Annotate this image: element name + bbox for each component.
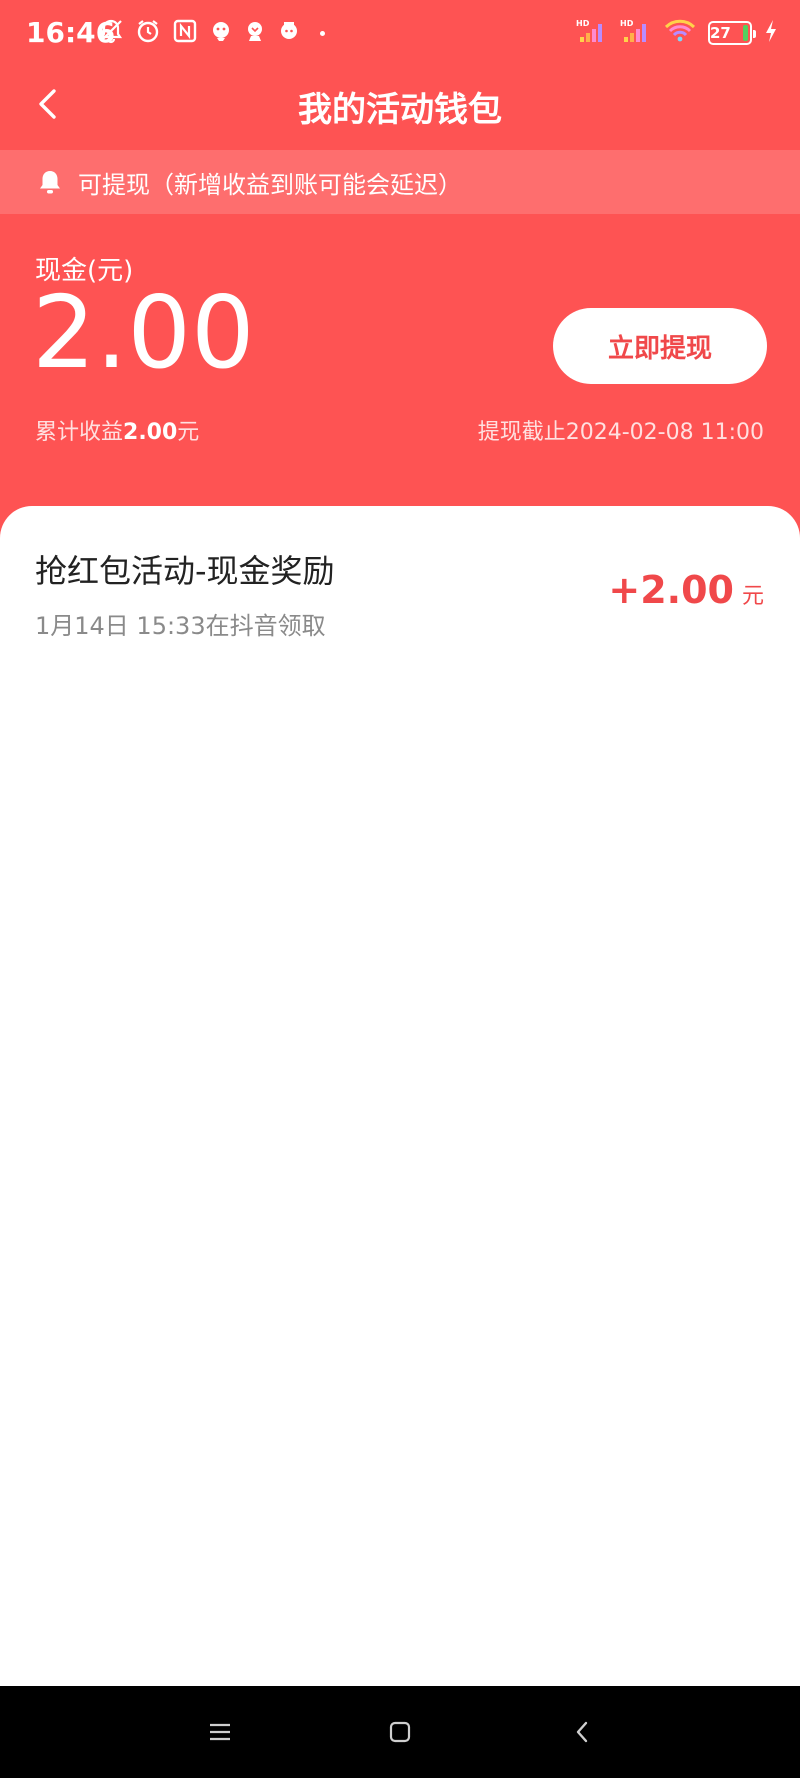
total-earnings: 累计收益2.00元 [35, 420, 200, 445]
app-notification-icon [244, 19, 266, 47]
records-card: 抢红包活动-现金奖励 1月14日 15:33在抖音领取 +2.00 元 [0, 506, 800, 1686]
record-title: 抢红包活动-现金奖励 [35, 552, 335, 590]
signal-icon: HD [620, 18, 652, 48]
status-right-icons: HD HD 27 [564, 18, 778, 48]
app-notification-icon [277, 19, 301, 47]
more-notifications-dot [320, 30, 325, 36]
signal-icon: HD [576, 18, 608, 48]
menu-button[interactable] [200, 1712, 240, 1752]
app-notification-icon [209, 19, 233, 47]
bell-icon [40, 171, 60, 194]
menu-icon [210, 1723, 230, 1741]
home-button[interactable] [380, 1712, 420, 1752]
battery-indicator: 27 [708, 21, 756, 45]
alarm-icon [135, 18, 161, 48]
record-time: 1月14日 15:33在抖音领取 [35, 612, 326, 640]
withdraw-button[interactable]: 立即提现 [553, 308, 767, 384]
bell-off-icon [98, 18, 124, 48]
svg-text:HD: HD [576, 19, 590, 28]
record-amount: +2.00 元 [608, 568, 764, 612]
withdraw-deadline: 提现截止2024-02-08 11:00 [477, 420, 764, 445]
status-left-icons [98, 18, 336, 48]
back-triangle-icon [576, 1721, 588, 1743]
notice-text: 可提现（新增收益到账可能会延迟） [78, 170, 462, 199]
cash-amount: 2.00 [32, 274, 255, 391]
notice-bar: 可提现（新增收益到账可能会延迟） [0, 150, 800, 214]
nav-bar: 我的活动钱包 [0, 72, 800, 136]
home-square-icon [389, 1721, 411, 1743]
svg-text:HD: HD [620, 19, 634, 28]
charging-icon [764, 19, 778, 47]
nfc-icon [172, 18, 198, 48]
system-back-button[interactable] [562, 1712, 602, 1752]
system-nav-bar [0, 1686, 800, 1778]
wifi-icon [664, 18, 696, 48]
page-title: 我的活动钱包 [298, 90, 502, 130]
battery-level [743, 25, 748, 41]
list-item[interactable]: 抢红包活动-现金奖励 1月14日 15:33在抖音领取 +2.00 元 [0, 506, 800, 646]
status-bar: 16:46 HD HD 27 [0, 0, 800, 66]
